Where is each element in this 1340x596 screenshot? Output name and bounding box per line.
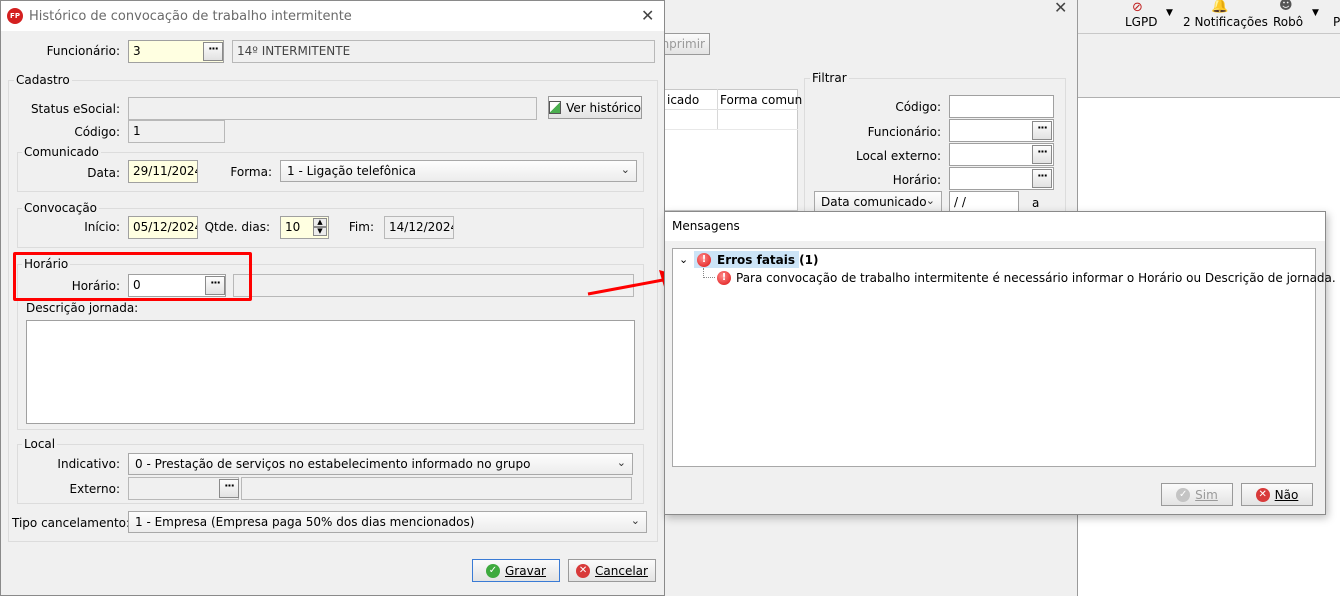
codigo-label: Código: — [74, 125, 120, 139]
app-logo-icon: FP — [7, 8, 23, 24]
close-icon[interactable]: ✕ — [641, 6, 654, 25]
erros-fatais-label: Erros fatais (1) — [717, 253, 819, 267]
tree-expand-chevron-icon[interactable]: ⌄ — [679, 253, 688, 266]
funcionario-search-button[interactable]: ··· — [203, 42, 223, 61]
indicativo-label: Indicativo: — [57, 457, 120, 471]
descricao-jornada-label: Descrição jornada: — [26, 301, 139, 315]
inicio-input[interactable]: 05/12/2024 — [128, 216, 198, 239]
error-icon: ! — [697, 253, 711, 267]
column-header[interactable]: Forma comun — [720, 93, 802, 107]
chevron-down-icon[interactable]: ▼ — [1312, 8, 1319, 18]
fim-label: Fim: — [348, 220, 374, 234]
robot-icon: ☻ — [1279, 0, 1293, 13]
status-esocial-field — [128, 97, 537, 120]
mensagens-title: Mensagens — [672, 219, 740, 233]
funcionario-name-field: 14º INTERMITENTE — [232, 40, 655, 63]
gravar-button[interactable]: ✓ Gravar — [472, 559, 560, 582]
dialog-title: Histórico de convocação de trabalho inte… — [29, 9, 352, 24]
horario-description-field — [233, 274, 634, 297]
background-close-icon[interactable]: ✕ — [1054, 0, 1067, 17]
filtro-funcionario-label: Funcionário: — [867, 125, 941, 139]
cancel-icon: ✕ — [1255, 487, 1270, 502]
filtro-a-label: a — [1032, 196, 1040, 210]
chevron-down-icon: ⌄ — [630, 514, 640, 527]
inicio-label: Início: — [84, 220, 120, 234]
check-icon: ✓ — [1176, 487, 1191, 502]
filtro-local-externo-search-button[interactable]: ··· — [1032, 145, 1052, 164]
externo-label: Externo: — [69, 482, 120, 496]
comunicado-title: Comunicado — [22, 145, 101, 159]
cadastro-title: Cadastro — [14, 73, 72, 87]
chevron-down-icon: ⌄ — [925, 194, 935, 207]
forma-label: Forma: — [230, 165, 272, 179]
fim-field: 14/12/2024 — [384, 216, 454, 239]
lgpd-icon: ⊘ — [1132, 0, 1143, 15]
history-table — [664, 89, 798, 211]
externo-description-field — [241, 477, 632, 500]
history-document-icon — [549, 101, 562, 114]
forma-select[interactable]: 1 - Ligação telefônica ⌄ — [280, 160, 637, 182]
filtro-codigo-input[interactable] — [949, 95, 1054, 118]
nao-button[interactable]: ✕ Não — [1241, 483, 1313, 506]
error-message-text[interactable]: Para convocação de trabalho intermitente… — [736, 271, 1336, 285]
tipo-cancelamento-label: Tipo cancelamento: — [12, 516, 131, 530]
qtde-dias-label: Qtde. dias: — [204, 220, 270, 234]
robot-button[interactable]: Robô — [1273, 15, 1303, 29]
sim-button[interactable]: ✓ Sim — [1161, 483, 1233, 506]
filtrar-title: Filtrar — [810, 71, 849, 85]
chevron-down-icon: ⌄ — [620, 163, 630, 176]
ver-historico-button[interactable]: Ver histórico — [548, 96, 642, 119]
cancelar-button[interactable]: ✕ Cancelar — [568, 559, 656, 582]
descricao-jornada-textarea[interactable] — [26, 320, 635, 424]
toolbar-extra-button[interactable]: P — [1333, 15, 1340, 29]
check-icon: ✓ — [486, 563, 500, 578]
tree-connector — [703, 268, 715, 278]
convocacao-title: Convocação — [22, 201, 100, 215]
funcionario-label: Funcionário: — [46, 44, 120, 58]
mensagens-titlebar — [665, 212, 1325, 241]
error-icon: ! — [717, 271, 731, 285]
filtro-codigo-label: Código: — [895, 100, 941, 114]
data-label: Data: — [87, 166, 120, 180]
codigo-field: 1 — [128, 120, 225, 143]
stepper-up-icon[interactable]: ▲ — [313, 218, 327, 227]
filtro-local-externo-label: Local externo: — [856, 149, 941, 163]
chevron-down-icon[interactable]: ▼ — [1166, 8, 1173, 18]
cancel-icon: ✕ — [576, 563, 591, 578]
indicativo-select[interactable]: 0 - Prestação de serviços no estabelecim… — [128, 453, 633, 475]
chevron-down-icon: ⌄ — [616, 456, 626, 469]
tipo-cancelamento-select[interactable]: 1 - Empresa (Empresa paga 50% dos dias m… — [128, 511, 647, 533]
externo-search-button[interactable]: ··· — [219, 479, 239, 498]
data-input[interactable]: 29/11/2024 — [128, 160, 198, 183]
notifications-button[interactable]: 2 Notificações — [1183, 15, 1268, 29]
local-title: Local — [22, 437, 58, 451]
highlight-box — [13, 252, 252, 301]
bell-icon: 🔔 — [1211, 0, 1229, 14]
filtro-horario-label: Horário: — [892, 173, 941, 187]
status-esocial-label: Status eSocial: — [30, 102, 120, 116]
lgpd-button[interactable]: LGPD — [1125, 15, 1157, 29]
filtro-horario-search-button[interactable]: ··· — [1032, 169, 1052, 188]
toolbar-strip — [1078, 33, 1340, 98]
stepper-down-icon[interactable]: ▼ — [313, 227, 327, 236]
column-header[interactable]: icado — [667, 93, 699, 107]
filtro-funcionario-search-button[interactable]: ··· — [1032, 121, 1052, 140]
filtro-data-select[interactable]: Data comunicado ⌄ — [814, 191, 942, 213]
